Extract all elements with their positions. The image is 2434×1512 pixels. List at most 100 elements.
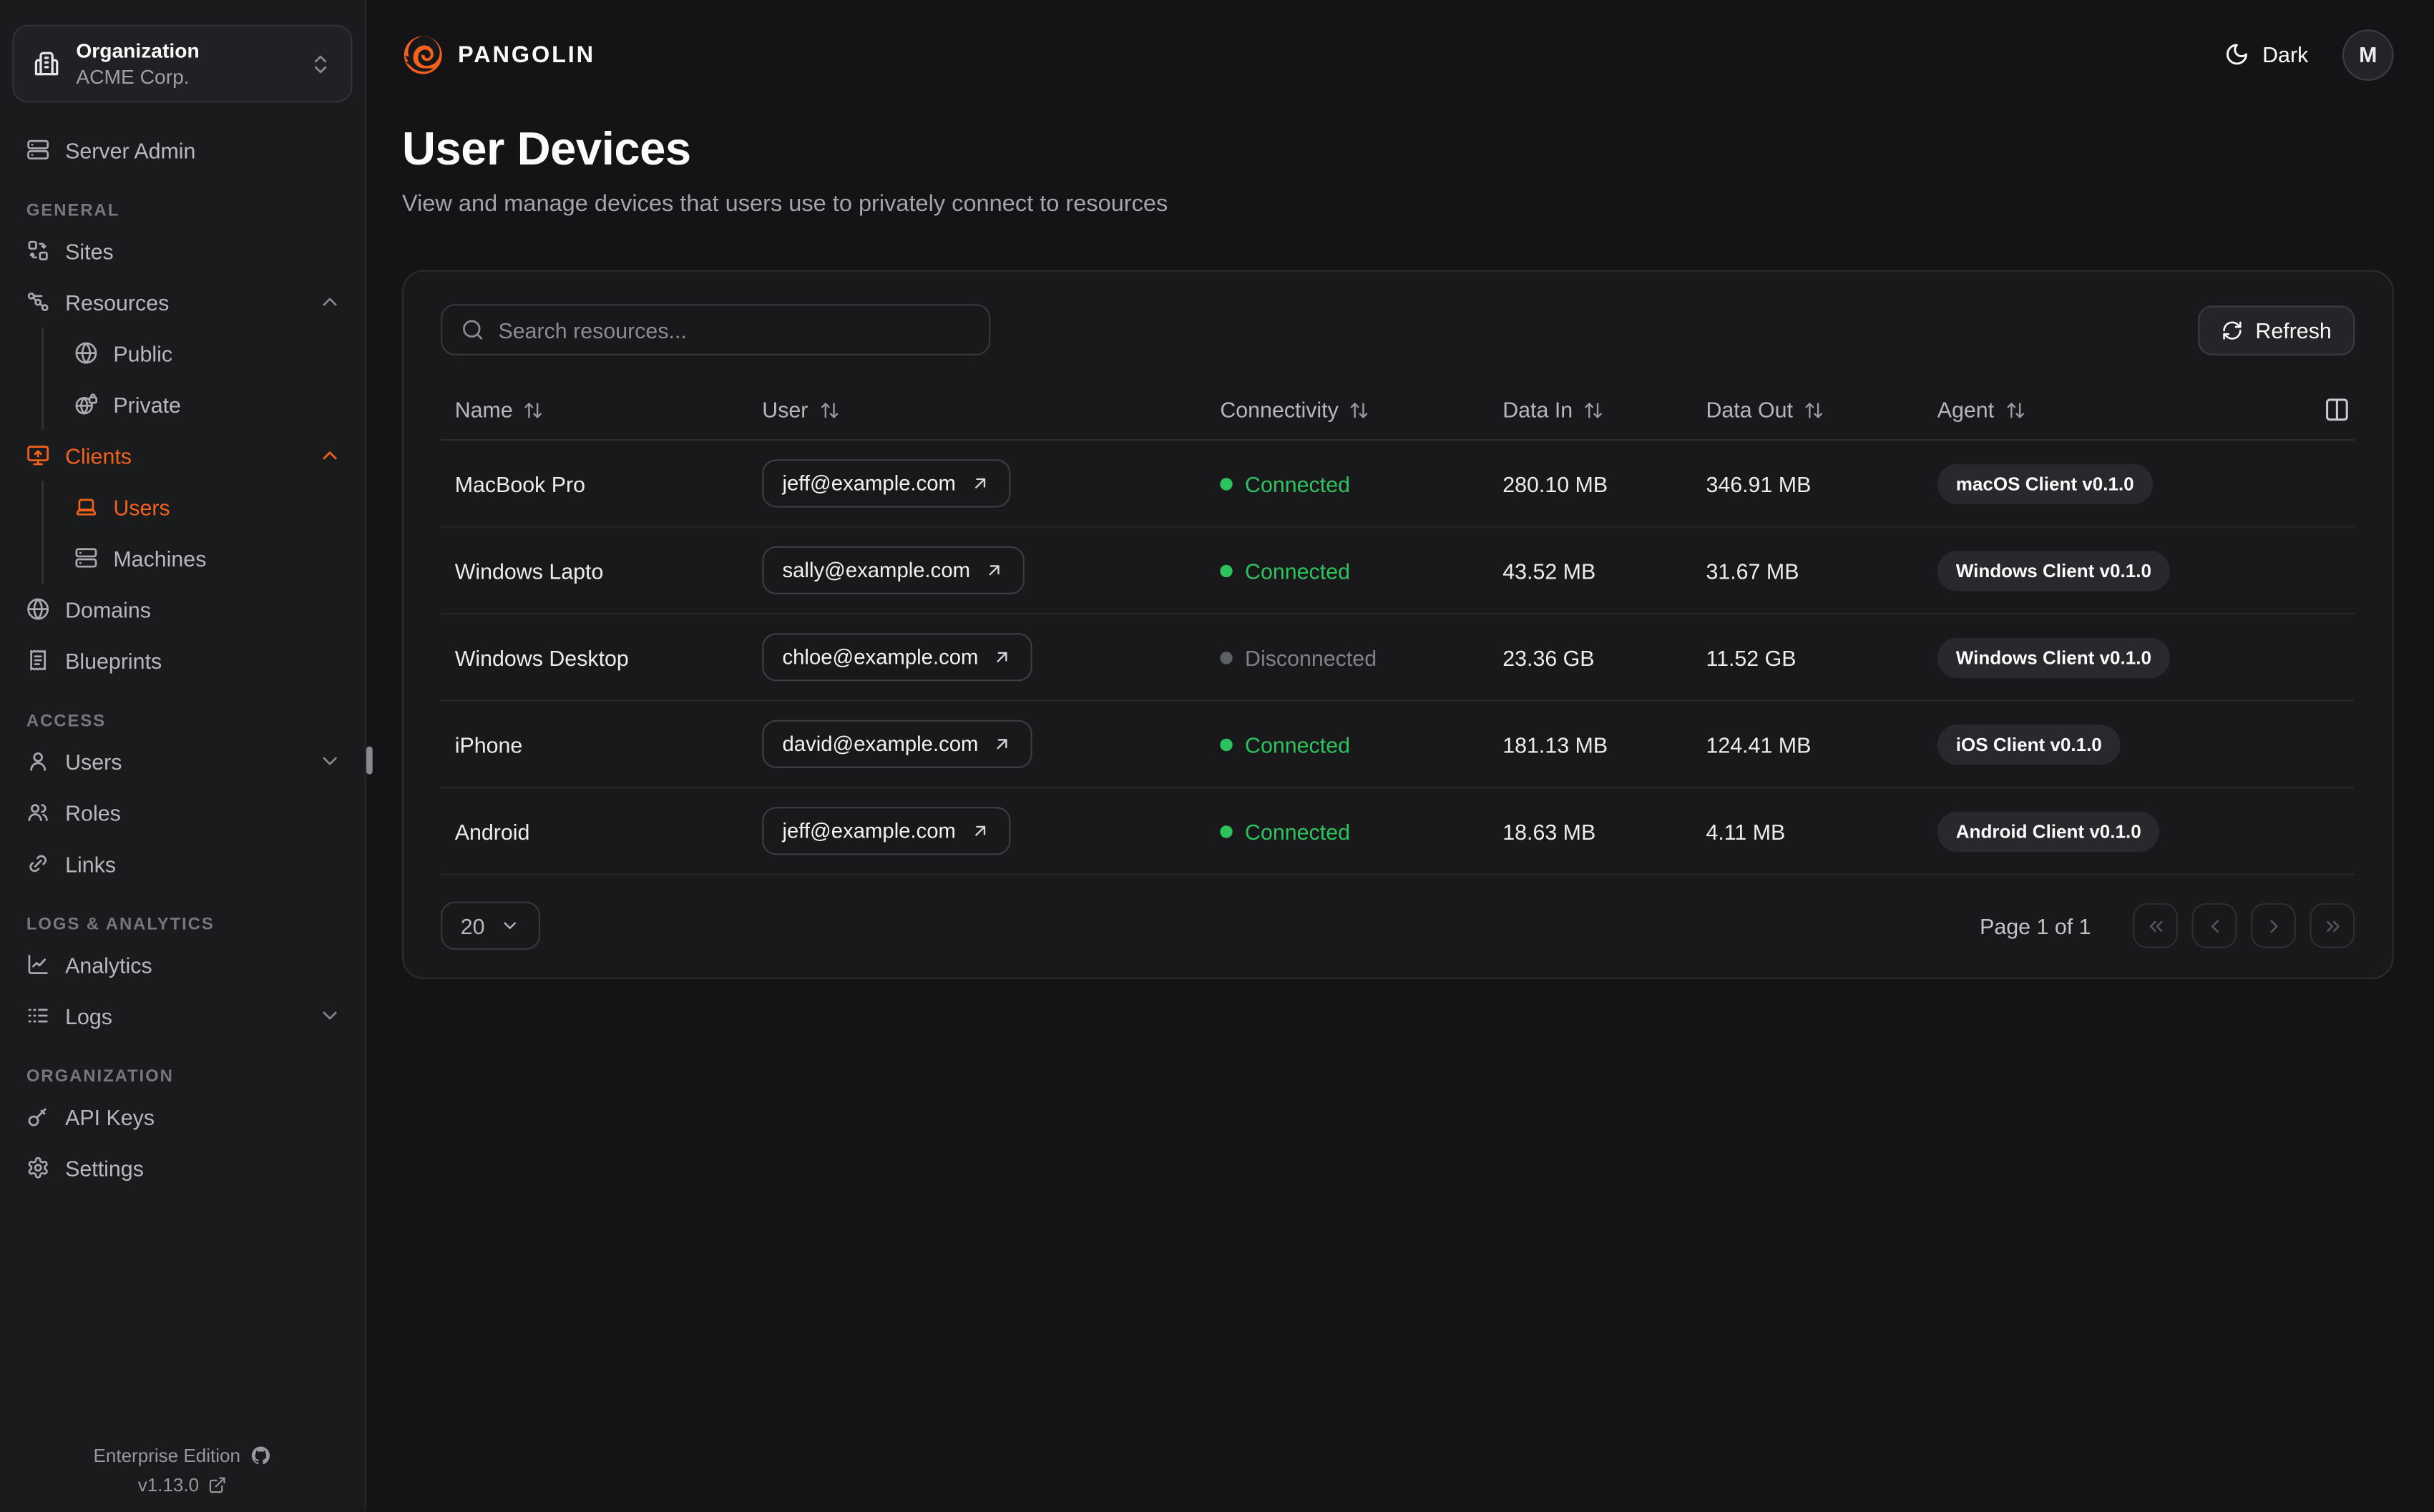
sidebar-item-client-users[interactable]: Users	[44, 481, 365, 533]
connectivity-status: Disconnected	[1220, 644, 1502, 669]
resources-subgroup: Public Private	[41, 327, 365, 430]
last-page-button[interactable]	[2310, 903, 2355, 948]
table-row: Windows Desktop chloe@example.com Discon…	[441, 614, 2355, 702]
org-selector-value: ACME Corp.	[76, 64, 190, 88]
sidebar-item-server-admin[interactable]: Server Admin	[0, 124, 365, 176]
column-header-connectivity[interactable]: Connectivity	[1220, 397, 1502, 422]
data-out: 124.41 MB	[1706, 731, 1812, 757]
sidebar-item-public[interactable]: Public	[44, 328, 365, 379]
avatar[interactable]: M	[2342, 29, 2394, 80]
pangolin-logo-icon	[404, 35, 442, 74]
sidebar-item-logs[interactable]: Logs	[0, 990, 365, 1041]
user-email: chloe@example.com	[782, 645, 979, 669]
status-dot-icon	[1220, 825, 1233, 838]
theme-toggle[interactable]: Dark	[2225, 42, 2308, 67]
sort-icon	[1585, 402, 1603, 418]
page-size-value: 20	[460, 913, 485, 938]
monitor-up-icon	[27, 446, 49, 466]
sidebar-item-label: Sites	[65, 238, 114, 263]
first-page-button[interactable]	[2133, 903, 2179, 948]
status-label: Connected	[1245, 471, 1350, 496]
column-header-name[interactable]: Name	[441, 397, 762, 422]
sidebar-item-machines[interactable]: Machines	[44, 532, 365, 584]
theme-label: Dark	[2262, 41, 2309, 67]
agent-badge: Android Client v0.1.0	[1937, 810, 2160, 852]
sidebar-section-logs-analytics: LOGS & ANALYTICS	[26, 915, 215, 935]
chevrons-up-down-icon	[314, 54, 327, 73]
sidebar-item-blueprints[interactable]: Blueprints	[0, 634, 365, 686]
avatar-initial: M	[2359, 41, 2377, 67]
user-email: jeff@example.com	[782, 819, 956, 843]
user-link-button[interactable]: david@example.com	[762, 720, 1033, 768]
globe-lock-icon	[75, 393, 98, 415]
data-in: 23.36 GB	[1502, 644, 1595, 670]
sidebar-item-label: Logs	[65, 1003, 112, 1029]
status-dot-icon	[1220, 651, 1233, 664]
organization-icon	[34, 51, 59, 76]
sidebar-item-resources[interactable]: Resources	[0, 276, 365, 328]
column-header-data-in[interactable]: Data In	[1502, 397, 1706, 422]
search-input[interactable]	[498, 317, 971, 343]
sidebar-footer: Enterprise Edition v1.13.0	[0, 1438, 365, 1496]
search-box	[441, 304, 991, 355]
connectivity-status: Connected	[1220, 818, 1502, 843]
refresh-label: Refresh	[2255, 317, 2332, 343]
next-page-button[interactable]	[2250, 903, 2296, 948]
device-name: MacBook Pro	[454, 471, 586, 496]
arrow-up-right-icon	[974, 825, 985, 836]
sidebar-item-label: Users	[113, 494, 170, 519]
external-link-icon[interactable]	[208, 1476, 227, 1495]
chevrons-right-icon	[2326, 920, 2339, 931]
arrow-up-right-icon	[997, 739, 1008, 750]
connectivity-status: Connected	[1220, 732, 1502, 757]
column-visibility-button[interactable]	[2321, 393, 2354, 426]
sidebar-item-roles[interactable]: Roles	[0, 787, 365, 838]
sidebar-item-label: API Keys	[65, 1104, 155, 1129]
agent-badge: macOS Client v0.1.0	[1937, 463, 2153, 504]
column-header-data-out[interactable]: Data Out	[1706, 397, 1937, 422]
user-link-button[interactable]: jeff@example.com	[762, 807, 1010, 855]
sidebar-item-links[interactable]: Links	[0, 838, 365, 890]
column-header-user[interactable]: User	[762, 397, 1220, 422]
column-header-agent[interactable]: Agent	[1937, 397, 2355, 422]
sidebar-item-sites[interactable]: Sites	[0, 225, 365, 277]
sort-icon	[1351, 402, 1368, 418]
sidebar-section-general: GENERAL	[26, 202, 120, 221]
table-row: Android jeff@example.com Connected 18.63…	[441, 788, 2355, 875]
data-in: 43.52 MB	[1502, 557, 1596, 583]
devices-card: Refresh Name User Connectivity Data In D…	[401, 270, 2394, 980]
brand[interactable]: PANGOLIN	[402, 34, 595, 76]
sidebar-item-analytics[interactable]: Analytics	[0, 939, 365, 991]
status-dot-icon	[1220, 564, 1233, 577]
table-footer: 20 Page 1 of 1	[441, 901, 2355, 950]
laptop-icon	[76, 499, 97, 516]
table-toolbar: Refresh	[441, 304, 2355, 355]
user-link-button[interactable]: chloe@example.com	[762, 633, 1033, 682]
globe-icon	[27, 598, 49, 620]
data-in: 280.10 MB	[1502, 471, 1608, 496]
sidebar-item-label: Links	[65, 851, 117, 876]
user-link-button[interactable]: sally@example.com	[762, 546, 1025, 594]
sidebar-item-private[interactable]: Private	[44, 378, 365, 430]
sidebar-resize-handle[interactable]	[366, 746, 372, 774]
page-size-select[interactable]: 20	[441, 901, 541, 950]
sidebar-item-api-keys[interactable]: API Keys	[0, 1091, 365, 1142]
sidebar-item-domains[interactable]: Domains	[0, 584, 365, 635]
org-selector[interactable]: Organization ACME Corp.	[12, 24, 353, 103]
status-label: Connected	[1245, 557, 1350, 583]
chevron-left-icon	[2210, 919, 2219, 933]
sidebar-item-clients[interactable]: Clients	[0, 430, 365, 481]
sort-icon	[525, 402, 542, 418]
table-body: MacBook Pro jeff@example.com Connected 2…	[441, 441, 2355, 875]
sidebar-item-label: Public	[113, 340, 173, 365]
table-row: MacBook Pro jeff@example.com Connected 2…	[441, 441, 2355, 528]
sidebar-item-settings[interactable]: Settings	[0, 1142, 365, 1194]
refresh-button[interactable]: Refresh	[2198, 305, 2355, 355]
page-title: User Devices	[401, 124, 691, 176]
github-icon[interactable]	[250, 1445, 271, 1467]
previous-page-button[interactable]	[2191, 903, 2237, 948]
arrow-up-right-icon	[974, 478, 985, 489]
sidebar-item-label: Clients	[65, 443, 132, 468]
user-link-button[interactable]: jeff@example.com	[762, 459, 1010, 508]
sidebar-item-users[interactable]: Users	[0, 735, 365, 787]
